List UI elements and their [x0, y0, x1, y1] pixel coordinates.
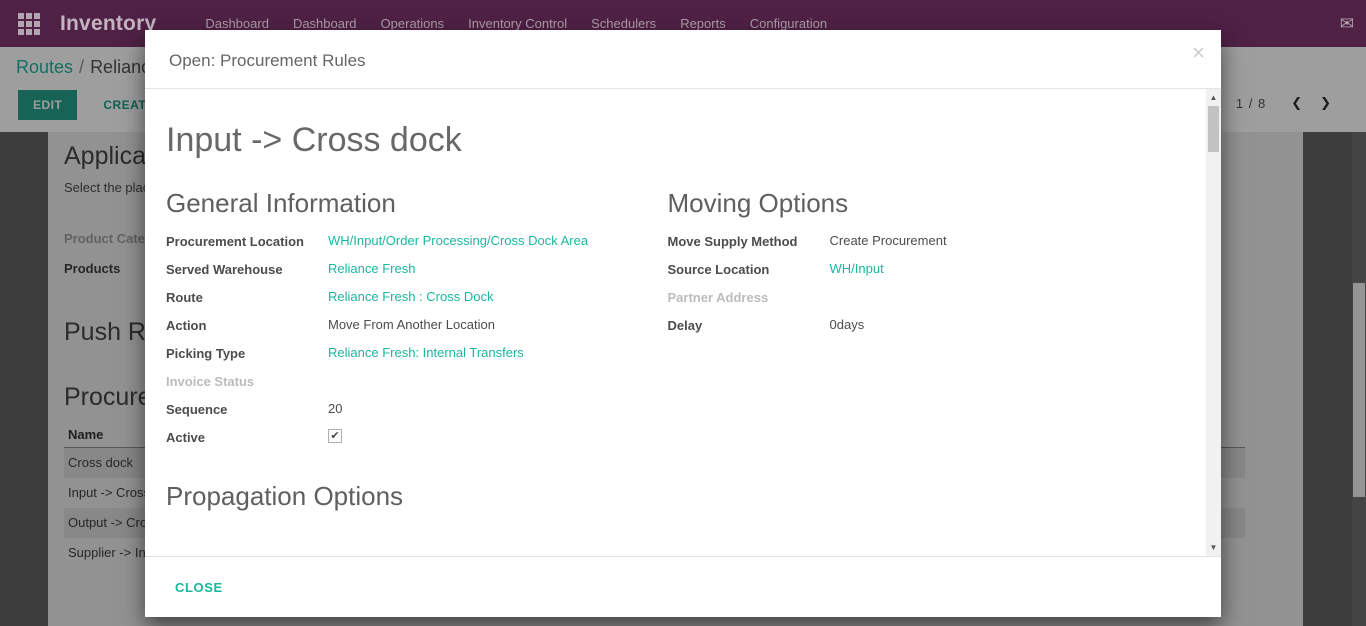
- field-row: Source LocationWH/Input: [668, 261, 1140, 289]
- field-row: ActionMove From Another Location: [166, 317, 638, 345]
- field-row: Delay0days: [668, 317, 1140, 345]
- modal-scrollbar[interactable]: ▲ ▼: [1206, 89, 1221, 556]
- moving-options-title: Moving Options: [668, 188, 1140, 219]
- apps-grid-icon[interactable]: [18, 13, 40, 35]
- modal-title: Open: Procurement Rules: [169, 51, 366, 71]
- moving-fields: Move Supply MethodCreate ProcurementSour…: [668, 233, 1140, 345]
- moving-options-section: Moving Options Move Supply MethodCreate …: [668, 188, 1170, 457]
- field-value-link[interactable]: Reliance Fresh: Internal Transfers: [328, 345, 524, 360]
- scroll-up-icon[interactable]: ▲: [1206, 90, 1221, 105]
- field-label: Move Supply Method: [668, 233, 830, 249]
- general-information-title: General Information: [166, 188, 638, 219]
- close-icon[interactable]: ×: [1192, 42, 1205, 64]
- field-label: Picking Type: [166, 345, 328, 361]
- active-checkbox[interactable]: ✔: [328, 429, 342, 443]
- checkmark-icon: ✔: [330, 431, 339, 442]
- field-row: Partner Address: [668, 289, 1140, 317]
- screen: Inventory DashboardDashboardOperationsIn…: [0, 0, 1366, 626]
- record-title: Input -> Cross dock: [166, 121, 1169, 160]
- field-row: Sequence20: [166, 401, 638, 429]
- modal-header: Open: Procurement Rules ×: [145, 30, 1221, 89]
- field-row: Invoice Status: [166, 373, 638, 401]
- field-value-link[interactable]: Reliance Fresh: [328, 261, 415, 276]
- field-row: Move Supply MethodCreate Procurement: [668, 233, 1140, 261]
- field-value-link[interactable]: WH/Input/Order Processing/Cross Dock Are…: [328, 233, 588, 248]
- field-value-text: Move From Another Location: [328, 317, 495, 332]
- field-label: Route: [166, 289, 328, 305]
- field-value-link[interactable]: Reliance Fresh : Cross Dock: [328, 289, 493, 304]
- modal-scrollbar-thumb[interactable]: [1208, 106, 1219, 152]
- field-row: RouteReliance Fresh : Cross Dock: [166, 289, 638, 317]
- modal-body: Input -> Cross dock General Information …: [145, 89, 1221, 556]
- nav-right: ✉: [1340, 14, 1354, 34]
- field-row: Served WarehouseReliance Fresh: [166, 261, 638, 289]
- field-row: Active✔: [166, 429, 638, 457]
- field-value-text: Create Procurement: [830, 233, 947, 248]
- field-label: Sequence: [166, 401, 328, 417]
- procurement-rule-modal: Open: Procurement Rules × Input -> Cross…: [145, 30, 1221, 617]
- field-label: Action: [166, 317, 328, 333]
- field-row: Picking TypeReliance Fresh: Internal Tra…: [166, 345, 638, 373]
- field-value-text: 0days: [830, 317, 865, 332]
- form-columns: General Information Procurement Location…: [166, 188, 1169, 457]
- field-label: Active: [166, 429, 328, 445]
- general-information-section: General Information Procurement Location…: [166, 188, 668, 457]
- field-label: Invoice Status: [166, 373, 328, 389]
- field-label: Delay: [668, 317, 830, 333]
- messages-envelope-icon[interactable]: ✉: [1340, 14, 1354, 33]
- field-value-link[interactable]: WH/Input: [830, 261, 884, 276]
- close-button[interactable]: CLOSE: [175, 572, 223, 603]
- general-fields: Procurement LocationWH/Input/Order Proce…: [166, 233, 638, 457]
- field-row: Procurement LocationWH/Input/Order Proce…: [166, 233, 638, 261]
- field-value-text: 20: [328, 401, 342, 416]
- propagation-options-title: Propagation Options: [166, 481, 1169, 512]
- field-label: Served Warehouse: [166, 261, 328, 277]
- field-label: Procurement Location: [166, 233, 328, 249]
- field-label: Partner Address: [668, 289, 830, 305]
- app-title: Inventory: [60, 12, 156, 36]
- scroll-down-icon[interactable]: ▼: [1206, 540, 1221, 555]
- modal-footer: CLOSE: [145, 556, 1221, 617]
- field-label: Source Location: [668, 261, 830, 277]
